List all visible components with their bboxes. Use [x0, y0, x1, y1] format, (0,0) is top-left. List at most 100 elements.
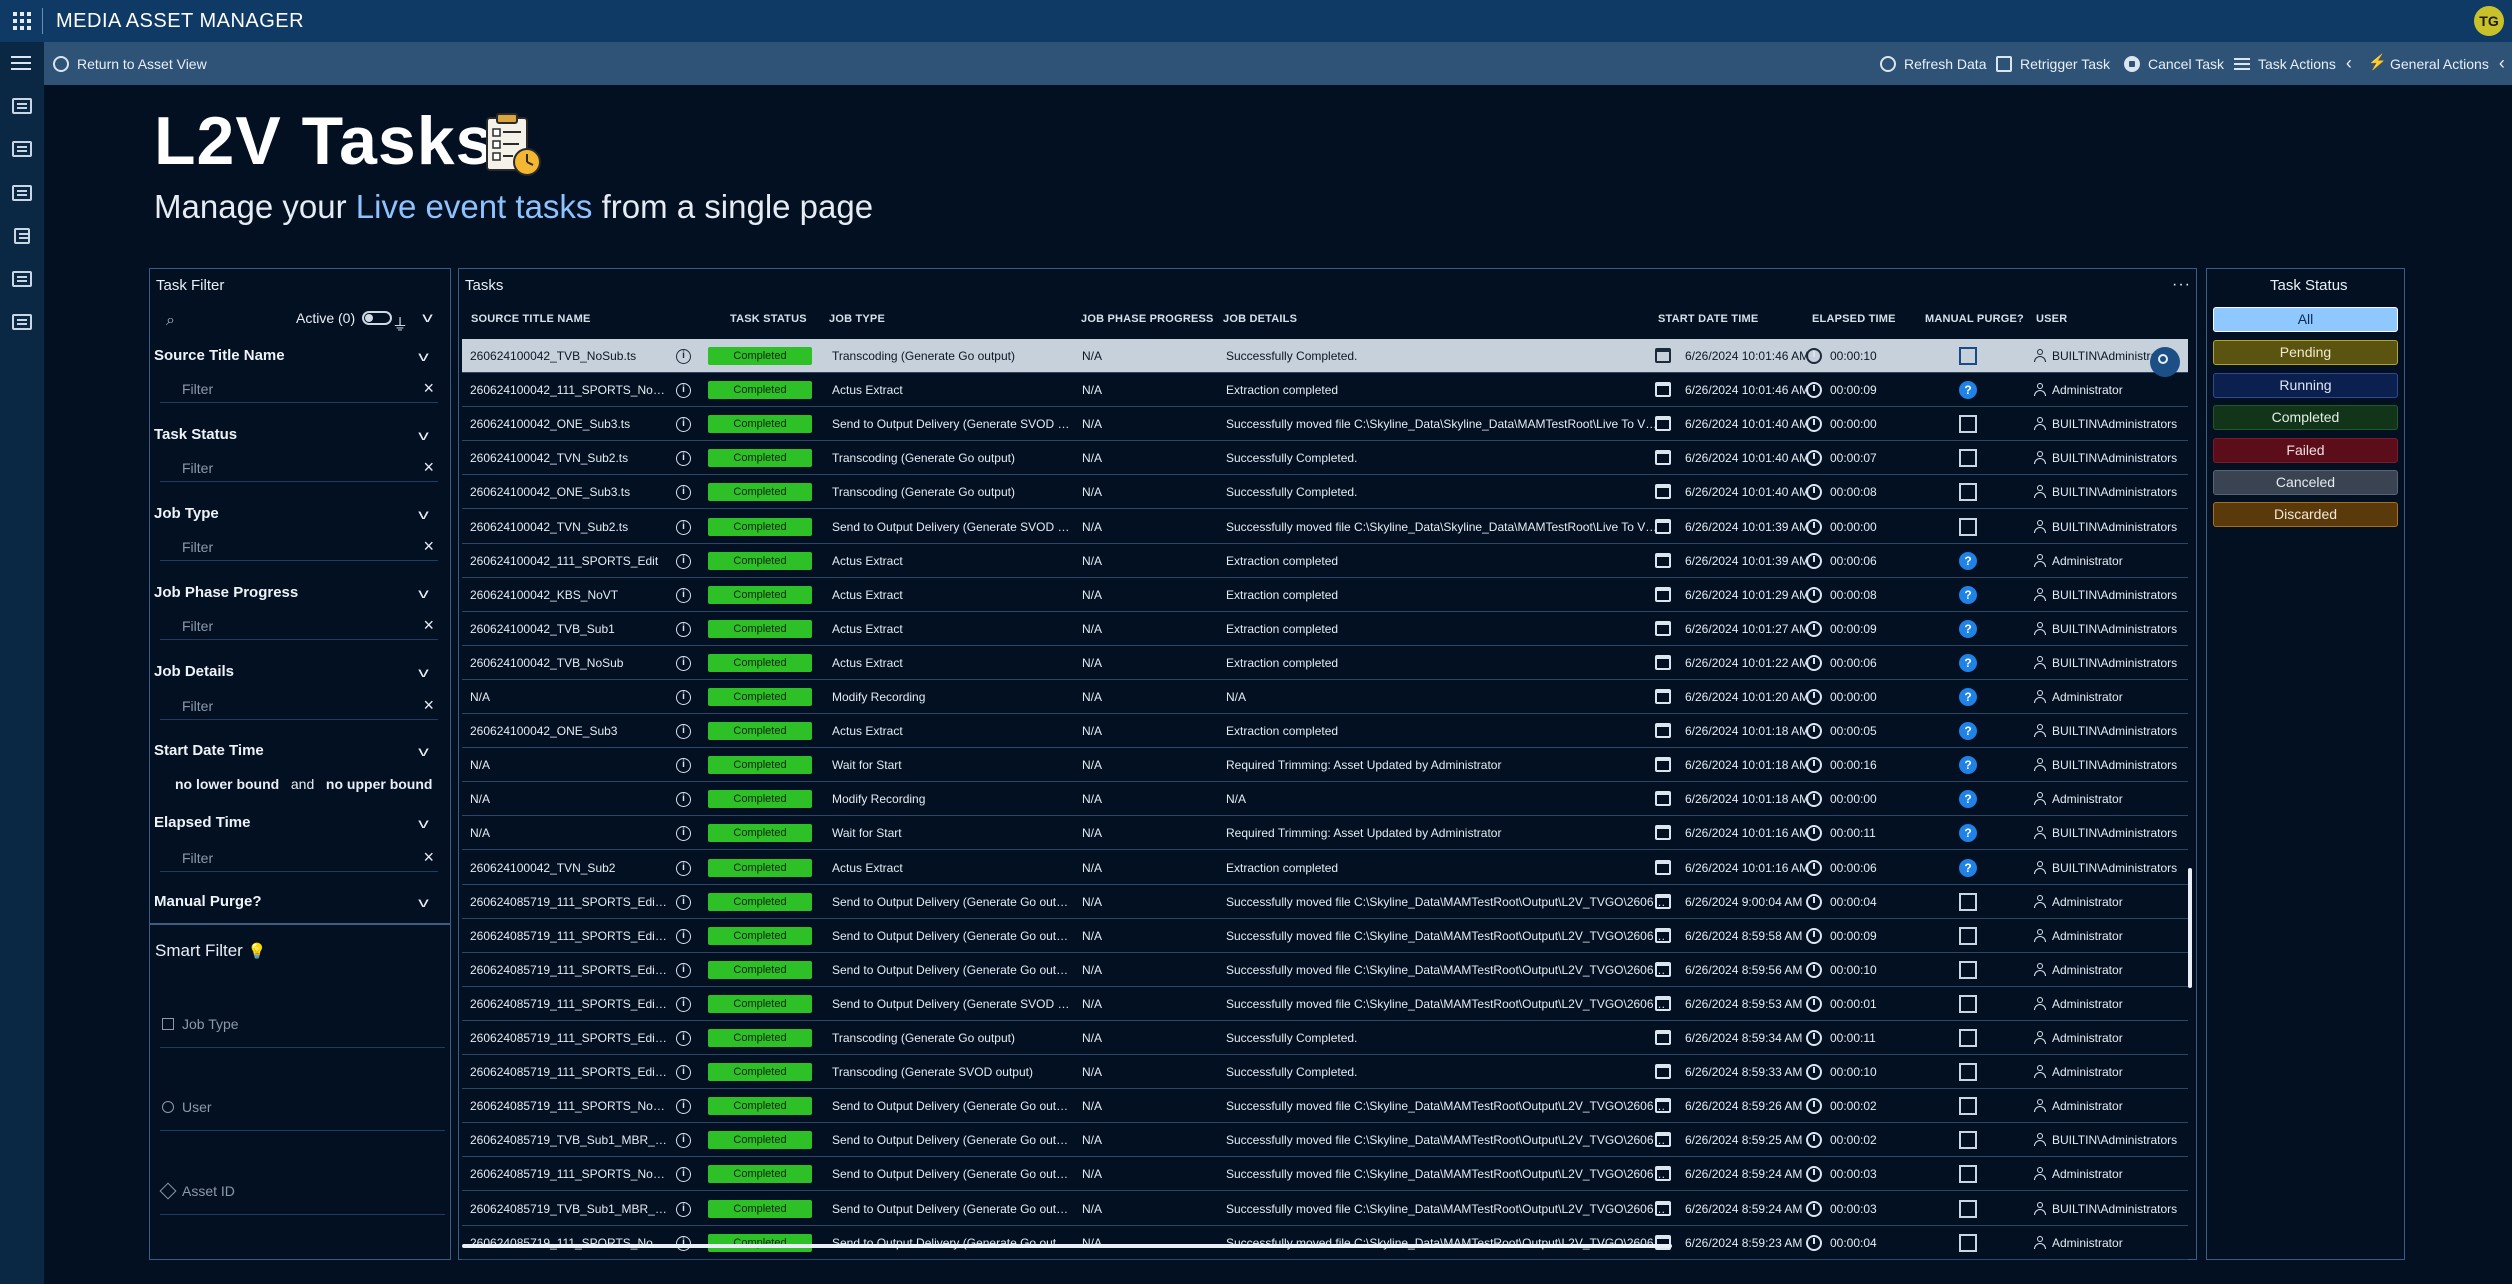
table-row[interactable]: 260624085719_111_SPORTS_NoSub_MB... Send …	[462, 1089, 2188, 1123]
table-row[interactable]: N/A Modify Recording N/A N/A 6/26/2024 10:01…	[462, 782, 2188, 816]
status-filter-pending[interactable]: Pending	[2213, 340, 2398, 365]
info-icon[interactable]: i	[676, 861, 691, 876]
table-row[interactable]: 260624085719_111_SPORTS_Edit.mxf Transcod…	[462, 1055, 2188, 1089]
user-avatar[interactable]: TG	[2474, 6, 2504, 36]
status-filter-discarded[interactable]: Discarded	[2213, 502, 2398, 527]
info-icon[interactable]: i	[676, 656, 691, 671]
smart-job-type-field[interactable]: Job Type	[160, 1008, 445, 1048]
status-filter-completed[interactable]: Completed	[2213, 405, 2398, 430]
clear-filter-icon[interactable]: ⏚	[392, 311, 408, 335]
info-icon[interactable]: i	[676, 417, 691, 432]
info-icon[interactable]: i	[676, 997, 691, 1012]
manual-purge-checkbox[interactable]	[1959, 961, 1977, 979]
app-launcher-icon[interactable]	[13, 12, 31, 30]
manual-purge-checkbox[interactable]	[1959, 1165, 1977, 1183]
upper-bound[interactable]: no upper bound	[326, 776, 433, 792]
table-row[interactable]: 260624100042_111_SPORTS_NoSub Actus Extra…	[462, 373, 2188, 407]
media-icon[interactable]	[12, 185, 32, 201]
table-row[interactable]: 260624085719_111_SPORTS_Edit.mxf Transcod…	[462, 1021, 2188, 1055]
manual-purge-checkbox[interactable]	[1959, 995, 1977, 1013]
table-row[interactable]: 260624100042_KBS_NoVT Actus Extract N/A Ext…	[462, 578, 2188, 612]
manual-purge-checkbox[interactable]	[1959, 1234, 1977, 1252]
info-icon[interactable]: i	[676, 383, 691, 398]
col-job-phase-progress[interactable]: JOB PHASE PROGRESS	[1081, 313, 1214, 325]
info-icon[interactable]: i	[676, 895, 691, 910]
table-row[interactable]: 260624100042_ONE_Sub3 Actus Extract N/A Ext…	[462, 714, 2188, 748]
info-icon[interactable]: i	[676, 451, 691, 466]
clear-icon[interactable]: ×	[423, 378, 434, 399]
manual-purge-checkbox[interactable]	[1959, 893, 1977, 911]
vertical-scrollbar[interactable]	[2188, 868, 2192, 988]
info-icon[interactable]: i	[676, 1202, 691, 1217]
filter-input[interactable]: Filter ×	[160, 454, 438, 482]
retrigger-task-button[interactable]: Retrigger Task	[1996, 42, 2110, 85]
document-icon[interactable]	[14, 228, 30, 244]
table-row[interactable]: 260624100042_TVN_Sub2.ts Send to Output D…	[462, 510, 2188, 544]
info-icon[interactable]: i	[676, 485, 691, 500]
chevron-down-icon[interactable]: v	[422, 309, 433, 325]
col-job-type[interactable]: JOB TYPE	[829, 313, 885, 325]
general-actions-menu[interactable]: General Actions ‹	[2368, 42, 2505, 85]
filter-input[interactable]: Filter ×	[160, 692, 438, 720]
info-icon[interactable]: i	[676, 1133, 691, 1148]
manual-purge-checkbox[interactable]	[1959, 1097, 1977, 1115]
info-icon[interactable]: i	[676, 929, 691, 944]
filter-section-label[interactable]: Source Title Name	[154, 347, 285, 364]
filter-section-label[interactable]: Task Status	[154, 426, 237, 443]
table-row[interactable]: 260624100042_ONE_Sub3.ts Send to Output D…	[462, 407, 2188, 441]
table-row[interactable]: 260624085719_111_SPORTS_Edit_MBR_1... Sen…	[462, 885, 2188, 919]
table-row[interactable]: 260624085719_111_SPORTS_NoSub_MB... Send …	[462, 1226, 2188, 1260]
row-search-button[interactable]	[2150, 347, 2180, 377]
horizontal-scrollbar[interactable]	[462, 1244, 1672, 1248]
chevron-down-icon[interactable]: v	[418, 815, 429, 831]
toggle-switch[interactable]	[362, 311, 393, 325]
info-icon[interactable]: i	[676, 1065, 691, 1080]
col-elapsed-time[interactable]: ELAPSED TIME	[1812, 313, 1896, 325]
chevron-down-icon[interactable]: v	[418, 743, 429, 759]
filter-section-label[interactable]: Manual Purge?	[154, 893, 262, 910]
lower-bound[interactable]: no lower bound	[175, 776, 279, 792]
filter-input[interactable]: Filter ×	[160, 844, 438, 872]
menu-icon[interactable]	[11, 56, 31, 70]
col-start-date-time[interactable]: START DATE TIME	[1658, 313, 1758, 325]
clear-icon[interactable]: ×	[423, 847, 434, 868]
table-row[interactable]: 260624100042_TVB_Sub1 Actus Extract N/A Ext…	[462, 612, 2188, 646]
cancel-task-button[interactable]: Cancel Task	[2124, 42, 2224, 85]
col-user[interactable]: USER	[2036, 313, 2067, 325]
info-icon[interactable]: i	[676, 554, 691, 569]
chevron-down-icon[interactable]: v	[418, 427, 429, 443]
chevron-down-icon[interactable]: v	[418, 506, 429, 522]
chevron-down-icon[interactable]: v	[418, 585, 429, 601]
table-row[interactable]: 260624100042_TVN_Sub2 Actus Extract N/A Ext…	[462, 851, 2188, 885]
chevron-down-icon[interactable]: v	[418, 664, 429, 680]
clear-icon[interactable]: ×	[423, 695, 434, 716]
manual-purge-checkbox[interactable]	[1959, 483, 1977, 501]
manual-purge-checkbox[interactable]	[1959, 518, 1977, 536]
table-row[interactable]: 260624100042_TVB_NoSub Actus Extract N/A Ex…	[462, 646, 2188, 680]
smart-user-field[interactable]: User	[160, 1091, 445, 1131]
table-row[interactable]: 260624085719_111_SPORTS_Edit_MBR_5... Sen…	[462, 919, 2188, 953]
image-icon[interactable]	[12, 271, 32, 287]
refresh-data-button[interactable]: Refresh Data	[1880, 42, 1986, 85]
clear-icon[interactable]: ×	[423, 457, 434, 478]
status-filter-all[interactable]: All	[2213, 307, 2398, 332]
info-icon[interactable]: i	[676, 690, 691, 705]
table-row[interactable]: 260624085719_111_SPORTS_Edit_MBR_3... Sen…	[462, 953, 2188, 987]
info-icon[interactable]: i	[676, 1167, 691, 1182]
status-filter-failed[interactable]: Failed	[2213, 438, 2398, 463]
table-row[interactable]: N/A Modify Recording N/A N/A 6/26/2024 10:01…	[462, 680, 2188, 714]
manual-purge-checkbox[interactable]	[1959, 1131, 1977, 1149]
status-filter-canceled[interactable]: Canceled	[2213, 470, 2398, 495]
manual-purge-checkbox[interactable]	[1959, 347, 1977, 365]
table-row[interactable]: 260624085719_111_SPORTS_NoSub_MB... Send …	[462, 1157, 2188, 1191]
info-icon[interactable]: i	[676, 758, 691, 773]
table-row[interactable]: 260624100042_TVN_Sub2.ts Transcoding (Gen…	[462, 441, 2188, 475]
filter-section-label[interactable]: Start Date Time	[154, 742, 264, 759]
info-icon[interactable]: i	[676, 1099, 691, 1114]
filter-section-label[interactable]: Job Details	[154, 663, 234, 680]
filter-section-label[interactable]: Job Type	[154, 505, 219, 522]
filter-section-label[interactable]: Job Phase Progress	[154, 584, 298, 601]
table-row[interactable]: 260624085719_111_SPORTS_Edit.ts Send to O…	[462, 987, 2188, 1021]
col-job-details[interactable]: JOB DETAILS	[1223, 313, 1297, 325]
chevron-down-icon[interactable]: v	[418, 894, 429, 910]
